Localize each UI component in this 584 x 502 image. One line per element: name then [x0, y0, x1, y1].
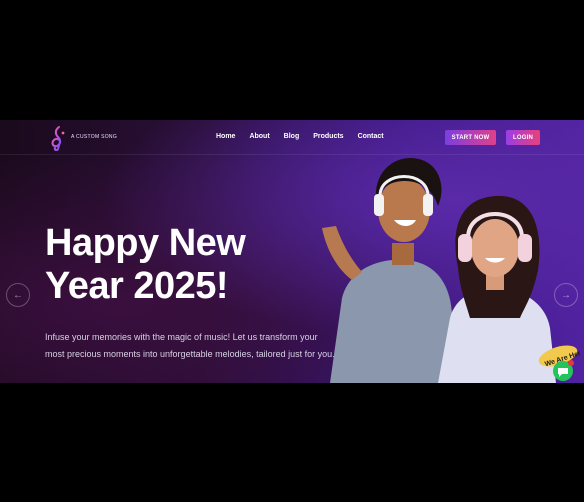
nav-contact[interactable]: Contact: [358, 133, 384, 140]
notification-dot-icon: [568, 360, 574, 366]
start-now-button[interactable]: START NOW: [445, 130, 496, 145]
treble-clef-logo-icon: [51, 126, 65, 151]
nav-products[interactable]: Products: [313, 133, 343, 140]
nav-blog[interactable]: Blog: [284, 133, 300, 140]
hero-headline: Happy New Year 2025!: [45, 222, 305, 308]
hero-subtext: Infuse your memories with the magic of m…: [45, 332, 335, 359]
headline-line-1: Happy New: [45, 222, 246, 264]
nav-menu: Home About Blog Products Contact: [216, 133, 398, 140]
headline-line-2: Year 2025!: [45, 265, 229, 307]
carousel-prev-button[interactable]: ←: [6, 283, 30, 307]
login-button[interactable]: LOGIN: [506, 130, 540, 145]
chevron-left-icon: ←: [13, 289, 23, 301]
hero-banner: A CUSTOM SONG Home About Blog Products C…: [0, 120, 584, 383]
chat-widget[interactable]: We Are Here!: [536, 342, 580, 382]
logo-text: A CUSTOM SONG: [71, 134, 118, 140]
nav-home[interactable]: Home: [216, 133, 235, 140]
logo[interactable]: A CUSTOM SONG: [48, 125, 117, 151]
nav-about[interactable]: About: [249, 133, 269, 140]
